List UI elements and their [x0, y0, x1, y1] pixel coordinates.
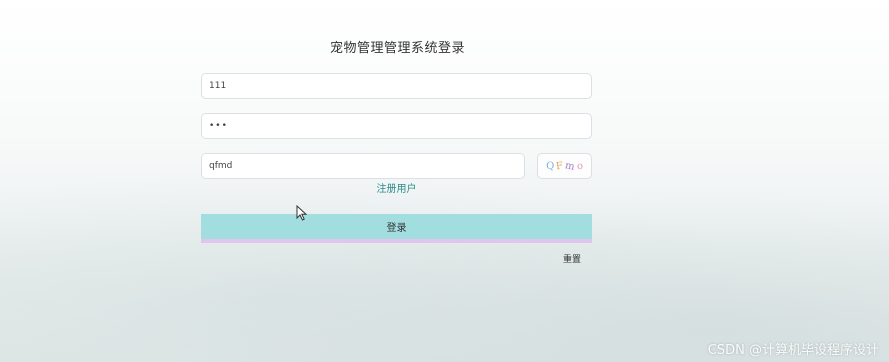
captcha-char: m: [564, 159, 576, 173]
page-title: 宠物管理管理系统登录: [329, 41, 465, 56]
reset-button[interactable]: 重置: [556, 250, 588, 266]
username-input[interactable]: [201, 73, 592, 99]
captcha-char: o: [575, 160, 584, 172]
watermark: CSDN @计算机毕设程序设计: [707, 343, 879, 358]
captcha-image[interactable]: Q F m o: [537, 153, 592, 179]
mouse-cursor-icon: [296, 205, 308, 221]
captcha-char: Q: [546, 160, 555, 172]
login-button[interactable]: 登录: [201, 214, 592, 243]
password-input[interactable]: [201, 113, 592, 139]
captcha-char: F: [555, 160, 565, 172]
captcha-input[interactable]: [201, 153, 525, 179]
register-link[interactable]: 注册用户: [201, 180, 592, 195]
